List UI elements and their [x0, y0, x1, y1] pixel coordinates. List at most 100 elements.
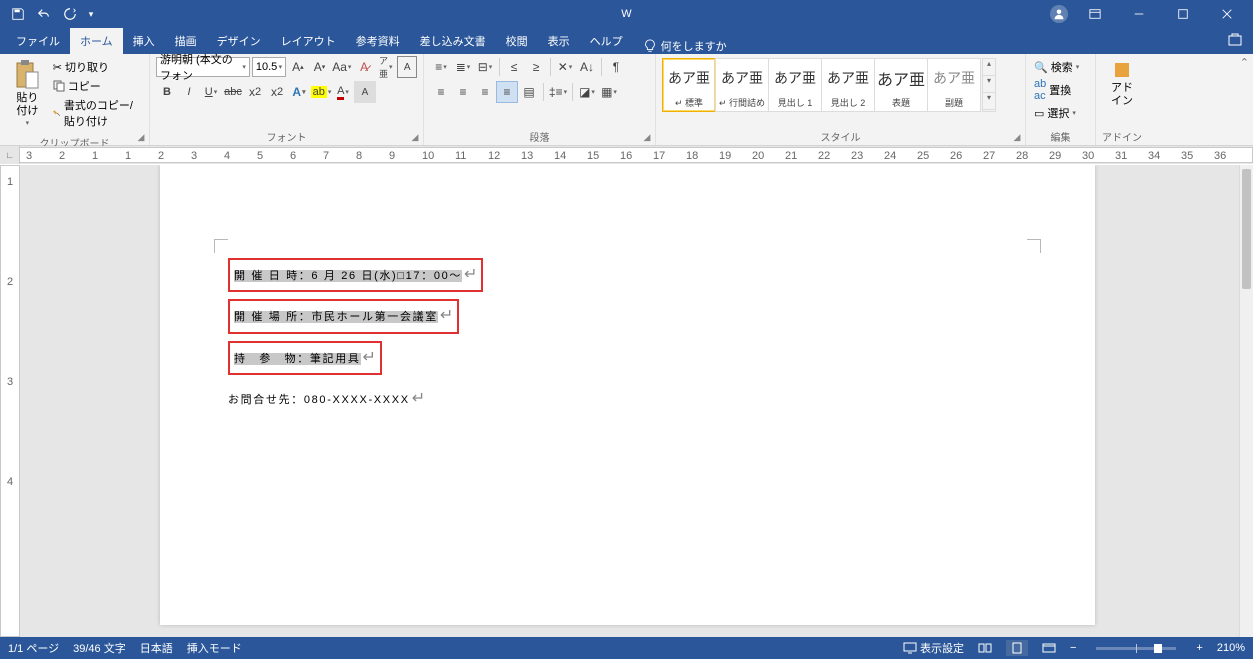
asian-layout-button[interactable]: ✕ [554, 56, 576, 78]
styles-launcher[interactable]: ◢ [1011, 131, 1023, 143]
monitor-icon [903, 642, 917, 654]
format-painter-button[interactable]: 書式のコピー/貼り付け [51, 96, 143, 130]
style-heading1[interactable]: あア亜見出し 1 [768, 58, 822, 112]
style-normal[interactable]: あア亜↵ 標準 [662, 58, 716, 112]
distribute-button[interactable]: ▤ [518, 81, 540, 103]
zoom-level[interactable]: 210% [1217, 642, 1245, 654]
zoom-slider[interactable] [1096, 647, 1176, 650]
tab-review[interactable]: 校閲 [496, 28, 538, 54]
char-shading-button[interactable]: A [354, 81, 376, 103]
zoom-thumb[interactable] [1154, 644, 1162, 653]
share-button[interactable] [1227, 32, 1243, 48]
zoom-in[interactable]: + [1196, 642, 1202, 654]
view-print[interactable] [1006, 640, 1028, 656]
undo-button[interactable] [32, 2, 56, 26]
scrollbar-thumb[interactable] [1242, 169, 1251, 289]
insert-mode[interactable]: 挿入モード [187, 640, 242, 656]
replace-button[interactable]: abac置換 [1032, 77, 1089, 103]
highlight-button[interactable]: ab [310, 81, 332, 103]
account-button[interactable] [1045, 0, 1073, 28]
shading-button[interactable]: ◪ [576, 81, 598, 103]
vertical-scrollbar[interactable] [1239, 165, 1253, 637]
change-case-button[interactable]: Aa [331, 56, 352, 78]
style-heading2[interactable]: あア亜見出し 2 [821, 58, 875, 112]
style-subtitle[interactable]: あア亜副題 [927, 58, 981, 112]
align-right-button[interactable]: ≡ [474, 81, 496, 103]
display-settings[interactable]: 表示設定 [903, 640, 964, 656]
font-launcher[interactable]: ◢ [409, 131, 421, 143]
show-marks-button[interactable]: ¶ [605, 56, 627, 78]
numbering-button[interactable]: ≣ [452, 56, 474, 78]
zoom-out[interactable]: − [1070, 642, 1076, 654]
paste-button[interactable]: 貼り付け ▾ [6, 56, 49, 133]
collapse-ribbon[interactable]: ⌃ [1240, 56, 1249, 69]
grow-font-button[interactable]: A▴ [288, 56, 308, 78]
increase-indent-button[interactable]: ≥ [525, 56, 547, 78]
redo-button[interactable] [58, 2, 82, 26]
word-count[interactable]: 39/46 文字 [73, 640, 126, 656]
sort-button[interactable]: A↓ [576, 56, 598, 78]
superscript-button[interactable]: x2 [266, 81, 288, 103]
tab-help[interactable]: ヘルプ [580, 28, 633, 54]
align-center-button[interactable]: ≡ [452, 81, 474, 103]
italic-button[interactable]: I [178, 81, 200, 103]
language-status[interactable]: 日本語 [140, 640, 173, 656]
style-name-label: 見出し 2 [831, 96, 866, 111]
tab-view[interactable]: 表示 [538, 28, 580, 54]
save-button[interactable] [6, 2, 30, 26]
view-web[interactable] [1042, 642, 1056, 654]
qat-customize[interactable]: ▾ [84, 2, 98, 26]
paragraph-launcher[interactable]: ◢ [641, 131, 653, 143]
page[interactable]: 開 催 日 時：6 月 26 日(水)□17：00～↵ 開 催 場 所：市民ホー… [160, 165, 1095, 625]
vertical-ruler[interactable]: 1234 [0, 165, 20, 637]
cut-button[interactable]: ✂切り取り [51, 58, 143, 76]
ribbon-display-button[interactable] [1073, 0, 1117, 28]
tell-me[interactable]: 何をしますか [633, 38, 737, 54]
document-area[interactable]: 開 催 日 時：6 月 26 日(水)□17：00～↵ 開 催 場 所：市民ホー… [20, 165, 1239, 637]
clipboard-launcher[interactable]: ◢ [135, 131, 147, 143]
tab-layout[interactable]: レイアウト [271, 28, 346, 54]
text-line-2[interactable]: 開 催 場 所：市民ホール第一会議室↵ [228, 294, 1027, 335]
tab-file[interactable]: ファイル [6, 28, 70, 54]
subscript-button[interactable]: x2 [244, 81, 266, 103]
font-name-select[interactable]: 游明朝 (本文のフォン▾ [156, 57, 250, 77]
underline-button[interactable]: U [200, 81, 222, 103]
horizontal-ruler[interactable]: /*ticks rendered below by loop*/ 3211234… [20, 147, 1253, 163]
bold-button[interactable]: B [156, 81, 178, 103]
page-status[interactable]: 1/1 ページ [8, 640, 59, 656]
style-title[interactable]: あア亜表題 [874, 58, 928, 112]
clear-format-button[interactable]: A̷ [354, 56, 374, 78]
font-size-select[interactable]: 10.5▾ [252, 57, 286, 77]
enclose-char-button[interactable]: A [397, 56, 417, 78]
text-line-4[interactable]: お問合せ先：080-XXXX-XXXX↵ [228, 377, 1027, 417]
tab-references[interactable]: 参考資料 [346, 28, 410, 54]
addins-button[interactable]: アド イン [1102, 56, 1142, 112]
ruler-corner[interactable]: ∟ [0, 146, 20, 164]
close-button[interactable] [1205, 0, 1249, 28]
copy-button[interactable]: コピー [51, 77, 143, 95]
text-effects-button[interactable]: A [288, 81, 310, 103]
strike-button[interactable]: abc [222, 81, 244, 103]
phonetic-button[interactable]: ア亜 [376, 56, 396, 78]
view-read[interactable] [978, 642, 992, 654]
tab-mailings[interactable]: 差し込み文書 [410, 28, 496, 54]
text-line-1[interactable]: 開 催 日 時：6 月 26 日(水)□17：00～↵ [228, 253, 1027, 294]
decrease-indent-button[interactable]: ≤ [503, 56, 525, 78]
minimize-button[interactable] [1117, 0, 1161, 28]
justify-button[interactable]: ≡ [496, 81, 518, 103]
text-line-3[interactable]: 持 参 物：筆記用具↵ [228, 336, 1027, 377]
multilevel-button[interactable]: ⊟ [474, 56, 496, 78]
tab-insert[interactable]: 挿入 [123, 28, 165, 54]
style-nospacing[interactable]: あア亜↵ 行間詰め [715, 58, 769, 112]
bullets-button[interactable]: ≡ [430, 56, 452, 78]
align-left-button[interactable]: ≡ [430, 81, 452, 103]
font-color-button[interactable]: A [332, 81, 354, 103]
shrink-font-button[interactable]: A▾ [310, 56, 330, 78]
borders-button[interactable]: ▦ [598, 81, 620, 103]
select-button[interactable]: ▭選択▾ [1032, 104, 1089, 122]
maximize-button[interactable] [1161, 0, 1205, 28]
tab-home[interactable]: ホーム [70, 28, 123, 54]
styles-more[interactable]: ▴▾▾ [982, 58, 996, 112]
line-spacing-button[interactable]: ‡≡ [547, 81, 569, 103]
find-button[interactable]: 🔍検索▾ [1032, 58, 1089, 76]
